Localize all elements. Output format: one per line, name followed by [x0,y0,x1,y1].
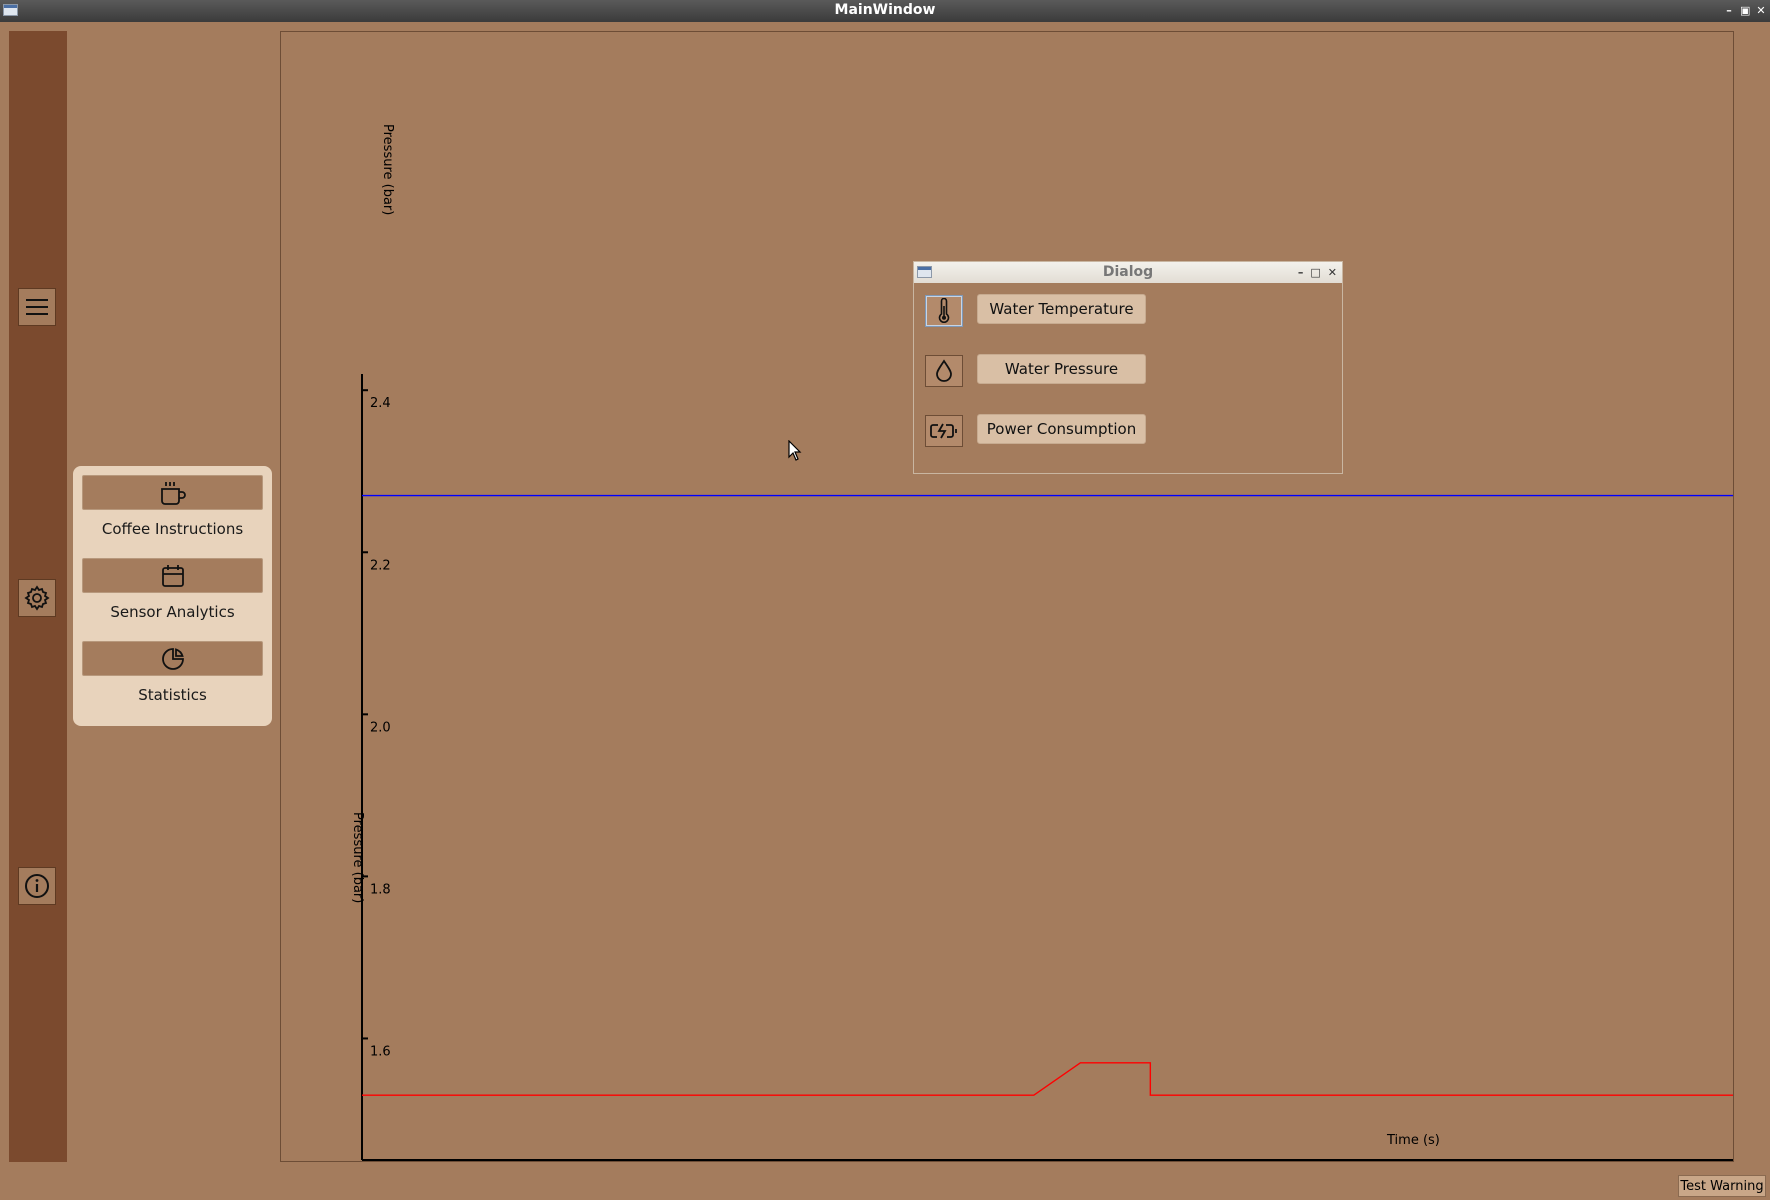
power-consumption-icon-button[interactable] [925,415,963,447]
dialog-app-icon [917,266,932,278]
dialog-maximize-icon[interactable]: □ [1310,262,1320,283]
menu-toggle-button[interactable] [18,288,56,326]
y-tick-label-0: 2.4 [370,396,391,411]
statistics-label: Statistics [138,686,207,704]
side-rail [9,31,67,1162]
x-axis-title: Time (s) [1386,1133,1440,1148]
y-axis-title-overlap: Pressure (bar) [350,812,365,903]
restore-icon[interactable]: ▣ [1740,0,1750,22]
coffee-instructions-label: Coffee Instructions [101,520,244,538]
power-consumption-button[interactable]: Power Consumption [977,414,1146,444]
water-pressure-icon-button[interactable] [925,355,963,387]
y-tick-label-4: 1.6 [370,1044,391,1059]
pressure-plot: 2.4 2.2 2.0 1.8 1.6 Pressure (bar) Pressure (b… [280,31,1734,1162]
dialog-title: Dialog [1102,264,1154,280]
dialog-close-icon[interactable]: ✕ [1328,262,1337,283]
series-line-1 [362,1062,1733,1096]
gear-icon [24,585,50,611]
battery-charging-icon [930,423,957,439]
sensor-analytics-button[interactable] [82,558,263,593]
coffee-instructions-button[interactable] [82,475,263,510]
sensor-analytics-label: Sensor Analytics [110,603,235,621]
plot-canvas: 2.4 2.2 2.0 1.8 1.6 Pressure (bar) Pressure (b… [350,124,1733,1161]
calendar-icon [161,564,184,587]
dialog-minimize-icon[interactable]: – [1298,262,1304,283]
y-tick-label-1: 2.2 [370,558,391,573]
pie-chart-icon [161,647,184,670]
thermometer-icon [938,298,950,323]
statistics-button[interactable] [82,641,263,676]
settings-button[interactable] [18,579,56,617]
coffee-cup-icon [160,481,186,505]
water-temperature-button[interactable]: Water Temperature [977,294,1146,324]
info-button[interactable] [18,867,56,905]
window-controls: – ▣ ✕ [1724,0,1766,22]
app-icon [3,4,18,16]
close-icon[interactable]: ✕ [1756,0,1766,22]
mouse-cursor-icon [788,440,802,461]
window-title: MainWindow [834,2,936,18]
dialog-titlebar: Dialog – □ ✕ [914,262,1342,283]
y-axis-title-top: Pressure (bar) [380,124,395,215]
water-pressure-button[interactable]: Water Pressure [977,354,1146,384]
test-warning-button[interactable]: Test Warning [1678,1175,1766,1197]
sensor-dialog: Dialog – □ ✕ Water Temperature Water Pre… [913,261,1343,474]
y-tick-label-3: 1.8 [370,882,391,897]
droplet-icon [936,359,952,382]
y-tick-label-2: 2.0 [370,720,391,735]
window-titlebar: MainWindow – ▣ ✕ [0,0,1770,22]
dialog-window-controls: – □ ✕ [1298,262,1337,283]
navigation-menu: Coffee Instructions Sensor Analytics Sta… [73,466,272,726]
minimize-icon[interactable]: – [1724,0,1734,22]
water-temperature-icon-button[interactable] [925,295,963,327]
info-icon [25,874,49,898]
hamburger-icon [26,299,48,315]
